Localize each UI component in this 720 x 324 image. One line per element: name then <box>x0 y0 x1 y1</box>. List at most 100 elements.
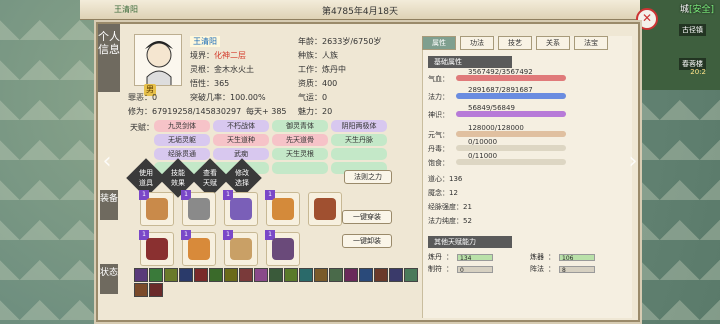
other-talent-header: 其他天赋能力 <box>428 236 512 248</box>
equipment-slot[interactable]: 1 <box>265 190 300 226</box>
purity-row: 法力纯度：52 <box>428 217 472 225</box>
equipment-slot[interactable]: 1 <box>223 230 258 266</box>
equipment-slot[interactable]: 1 <box>181 190 216 226</box>
forge-cell: 炼器： 106 <box>530 252 630 262</box>
attribute-tabs: 属性 功法 技艺 关系 法宝 <box>422 36 608 50</box>
talent-tag[interactable]: 阴阳两极体 <box>331 120 387 132</box>
tab-0[interactable]: 属性 <box>422 36 456 50</box>
unequip-all-button[interactable]: 一键卸装 <box>342 234 392 248</box>
equipment-item-icon <box>272 198 294 220</box>
status-effect-icon[interactable] <box>389 268 403 282</box>
race-row: 种族：人族 <box>298 51 338 60</box>
tab-4[interactable]: 法宝 <box>574 36 608 50</box>
status-effect-icon[interactable] <box>254 268 268 282</box>
equipment-item-icon <box>314 198 336 220</box>
status-effect-icon[interactable] <box>164 268 178 282</box>
equipment-grid: 11111111 <box>139 190 344 266</box>
tab-2[interactable]: 技艺 <box>498 36 532 50</box>
talent-tag[interactable]: 天生道种 <box>213 134 269 146</box>
status-effect-icon[interactable] <box>239 268 253 282</box>
sidebar-item-status[interactable]: 状态 <box>100 264 118 294</box>
status-icons <box>134 268 424 297</box>
map-title: 城[安全] <box>679 5 714 15</box>
equipment-item-icon <box>230 198 252 220</box>
equipment-slot[interactable] <box>308 192 342 226</box>
mana-row: 法力： 2891687/2891687 <box>428 86 566 102</box>
per-day-row: 每天+ 385 <box>246 107 287 116</box>
talent-tag[interactable]: 九灵剑体 <box>154 120 210 132</box>
tab-3[interactable]: 关系 <box>536 36 570 50</box>
equipment-item-icon <box>146 238 168 260</box>
realm-row: 境界：化神二层 <box>190 51 246 60</box>
base-attr-header: 基础属性 <box>428 56 512 68</box>
full-row: 饱食： 0/11000 <box>428 152 566 168</box>
equipment-slot[interactable]: 1 <box>139 190 174 226</box>
job-row: 工作：炼丹中 <box>298 65 346 74</box>
avatar <box>134 34 182 86</box>
talent-tag[interactable]: 先天道骨 <box>272 134 328 146</box>
status-effect-icon[interactable] <box>314 268 328 282</box>
prev-character-arrow-icon[interactable]: ‹ <box>100 148 114 176</box>
equipment-item-icon <box>146 198 168 220</box>
status-effect-icon[interactable] <box>284 268 298 282</box>
talent-tag[interactable]: 经脉贯通 <box>154 148 210 160</box>
heart-row: 道心：136 <box>428 175 463 183</box>
top-bar: 王清阳 第4785年4月18天 <box>80 0 640 20</box>
avatar-portrait-icon <box>145 41 173 85</box>
sidebar-item-equip[interactable]: 装备 <box>100 190 118 220</box>
root-row: 灵根：金木水火土 <box>190 65 254 74</box>
talent-tag[interactable]: 天生丹脉 <box>331 134 387 146</box>
talent-tag[interactable]: 不朽战体 <box>213 120 269 132</box>
status-effect-icon[interactable] <box>404 268 418 282</box>
status-effect-icon[interactable] <box>149 268 163 282</box>
break-row: 突破几率：100.00% <box>190 93 266 102</box>
talent-label: 天赋： <box>130 123 154 132</box>
formation-cell: 阵法： 8 <box>530 264 630 274</box>
equipment-item-icon <box>272 238 294 260</box>
equipment-slot[interactable]: 1 <box>223 190 258 226</box>
mini-tabs: 使用 道具 技能 效果 查看 天赋 修改 选择 <box>126 158 262 198</box>
status-effect-icon[interactable] <box>134 283 148 297</box>
aptitude-row: 资质：400 <box>298 79 338 88</box>
next-character-arrow-icon[interactable]: › <box>626 148 640 176</box>
status-effect-icon[interactable] <box>209 268 223 282</box>
equipment-item-icon <box>230 238 252 260</box>
map-location-1[interactable]: 古径镇 <box>679 24 706 36</box>
equipment-slot[interactable]: 1 <box>265 230 300 266</box>
status-effect-icon[interactable] <box>149 283 163 297</box>
primal-row: 元气： 128000/128000 <box>428 124 566 140</box>
status-effect-icon[interactable] <box>194 268 208 282</box>
status-effect-icon[interactable] <box>269 268 283 282</box>
talent-tag[interactable]: 无垢灵躯 <box>154 134 210 146</box>
equipment-item-icon <box>188 198 210 220</box>
insight-row: 悟性：365 <box>190 79 230 88</box>
status-effect-icon[interactable] <box>134 268 148 282</box>
status-effect-icon[interactable] <box>179 268 193 282</box>
talent-tag[interactable]: 天生灵根 <box>272 148 328 160</box>
tab-1[interactable]: 功法 <box>460 36 494 50</box>
status-effect-icon[interactable] <box>359 268 373 282</box>
talent-tag[interactable] <box>331 148 387 160</box>
map-time: 20:2 <box>690 68 706 76</box>
status-effect-icon[interactable] <box>374 268 388 282</box>
talent-tag[interactable]: 御灵青体 <box>272 120 328 132</box>
equipment-slot[interactable]: 1 <box>139 230 174 266</box>
status-effect-icon[interactable] <box>329 268 343 282</box>
equipment-slot[interactable]: 1 <box>181 230 216 266</box>
wear-all-button[interactable]: 一键穿装 <box>342 210 392 224</box>
charm-row: 魅力：20 <box>298 107 333 116</box>
qi-row: 气运：0 <box>298 93 328 102</box>
game-date: 第4785年4月18天 <box>321 7 399 17</box>
character-name: 王清阳 <box>190 36 220 47</box>
alchemy-cell: 炼丹： 134 <box>428 252 528 262</box>
sidebar-item-profile[interactable]: 个人信息 <box>98 24 120 92</box>
character-panel: 个人信息 男 王清阳 境界：化神二层 灵根：金木水火土 悟性：365 罪恶：0 … <box>96 22 640 322</box>
nian-row: 魇念：12 <box>428 189 458 197</box>
cultivation-row: 修为：67919258/145830297 <box>128 107 242 116</box>
status-effect-icon[interactable] <box>224 268 238 282</box>
talent-tag[interactable] <box>272 162 328 174</box>
status-effect-icon[interactable] <box>299 268 313 282</box>
status-effect-icon[interactable] <box>344 268 358 282</box>
talisman-cell: 制符： 0 <box>428 264 528 274</box>
law-power-button[interactable]: 法则之力 <box>344 170 392 184</box>
